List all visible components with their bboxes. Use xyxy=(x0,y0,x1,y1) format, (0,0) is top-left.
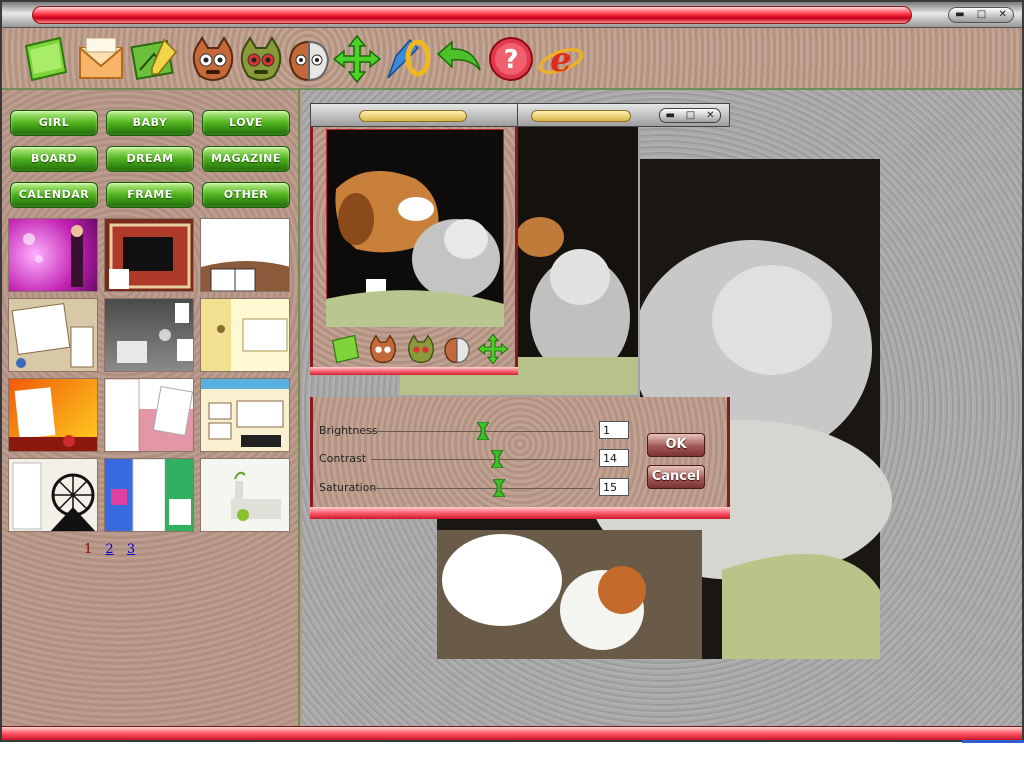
saturation-label: Saturation xyxy=(319,481,377,494)
template-thumbnail[interactable] xyxy=(8,378,98,452)
folder-icon[interactable] xyxy=(20,34,70,84)
preview-image xyxy=(326,129,504,327)
folder-icon[interactable] xyxy=(329,333,361,365)
monster-face-green-icon[interactable] xyxy=(236,34,286,84)
category-magazine-button[interactable]: MAGAZINE xyxy=(202,146,290,172)
template-thumbnail[interactable] xyxy=(104,378,194,452)
template-thumbnail[interactable] xyxy=(200,378,290,452)
brightness-label: Brightness xyxy=(319,424,378,437)
saturation-row: Saturation xyxy=(319,478,629,498)
dialog-minimize-button[interactable]: ▬ xyxy=(665,110,674,122)
monster-face-half-icon[interactable] xyxy=(441,333,473,365)
window-controls: ▬ □ ✕ xyxy=(948,7,1014,23)
help-icon[interactable]: ? xyxy=(486,34,536,84)
template-thumbnail[interactable] xyxy=(104,458,194,532)
minimize-button[interactable]: ▬ xyxy=(955,9,964,21)
template-thumbnail[interactable] xyxy=(200,298,290,372)
monster-face-icon[interactable] xyxy=(367,333,399,365)
category-frame-button[interactable]: FRAME xyxy=(106,182,194,208)
category-other-button[interactable]: OTHER xyxy=(202,182,290,208)
brightness-row: Brightness xyxy=(319,421,629,441)
undo-arrow-icon[interactable] xyxy=(434,34,484,84)
move-arrows-icon[interactable] xyxy=(477,333,509,365)
adjustment-panel: Brightness Contrast Saturation OK Cancel xyxy=(310,397,730,515)
pencil-shape-icon[interactable] xyxy=(382,34,432,84)
ie-browser-icon[interactable]: e xyxy=(536,34,586,84)
title-bar[interactable]: ▬ □ ✕ xyxy=(2,2,1022,28)
contrast-slider-thumb[interactable] xyxy=(491,450,503,468)
dialog-maximize-button[interactable]: □ xyxy=(686,110,695,122)
title-tube-decoration xyxy=(359,110,467,122)
help-glyph: ? xyxy=(503,45,518,75)
envelope-icon[interactable] xyxy=(76,34,126,84)
category-baby-button[interactable]: BABY xyxy=(106,110,194,136)
template-thumbnail[interactable] xyxy=(8,218,98,292)
taskbar-edge xyxy=(962,740,1024,743)
dialog-bottom-stripe xyxy=(310,507,730,519)
category-dream-button[interactable]: DREAM xyxy=(106,146,194,172)
page-link[interactable]: 2 xyxy=(105,542,113,557)
cancel-button[interactable]: Cancel xyxy=(647,465,705,489)
bottom-status-bar xyxy=(2,726,1022,740)
category-love-button[interactable]: LOVE xyxy=(202,110,290,136)
dialog-close-button[interactable]: ✕ xyxy=(706,110,714,122)
template-thumbnail[interactable] xyxy=(200,458,290,532)
category-board-button[interactable]: BOARD xyxy=(10,146,98,172)
main-toolbar: ? e xyxy=(2,28,1022,90)
saturation-value-input[interactable] xyxy=(599,478,629,496)
app-window: ▬ □ ✕ ? e GIRL BABY LOVE BOARD DREAM MAG… xyxy=(0,0,1024,742)
monster-face-half-icon[interactable] xyxy=(284,34,334,84)
adjust-dialog: ▬ □ ✕ Brightness 1 Contrast 14 Saturatio… xyxy=(310,103,730,521)
template-panel: GIRL BABY LOVE BOARD DREAM MAGAZINE CALE… xyxy=(2,90,300,726)
brightness-value-input[interactable] xyxy=(599,421,629,439)
dialog-window-controls: ▬ □ ✕ xyxy=(659,108,721,123)
title-tube-decoration xyxy=(32,6,912,24)
pagination: 1 2 3 xyxy=(84,542,144,557)
page-link[interactable]: 3 xyxy=(127,542,135,557)
monster-face-icon[interactable] xyxy=(188,34,238,84)
template-thumbnail[interactable] xyxy=(104,218,194,292)
category-calendar-button[interactable]: CALENDAR xyxy=(10,182,98,208)
contrast-value-input[interactable] xyxy=(599,449,629,467)
close-button[interactable]: ✕ xyxy=(998,9,1006,21)
template-thumbnail[interactable] xyxy=(104,298,194,372)
saturation-slider-thumb[interactable] xyxy=(493,479,505,497)
contrast-label: Contrast xyxy=(319,452,367,465)
dialog-preview-panel xyxy=(310,127,518,375)
ie-glyph: e xyxy=(550,40,572,80)
saturation-track[interactable] xyxy=(371,488,593,489)
category-girl-button[interactable]: GIRL xyxy=(10,110,98,136)
photo-pencil-icon[interactable] xyxy=(130,34,180,84)
brightness-slider-thumb[interactable] xyxy=(477,422,489,440)
contrast-track[interactable] xyxy=(371,459,593,460)
ok-button[interactable]: OK xyxy=(647,433,705,457)
dialog-back-title-bar[interactable]: ▬ □ ✕ xyxy=(510,103,730,127)
contrast-row: Contrast xyxy=(319,449,629,469)
template-thumbnail[interactable] xyxy=(8,298,98,372)
dialog-front-title-bar[interactable] xyxy=(310,103,518,127)
monster-face-green-icon[interactable] xyxy=(405,333,437,365)
maximize-button[interactable]: □ xyxy=(977,9,986,21)
template-thumbnail[interactable] xyxy=(200,218,290,292)
title-tube-decoration xyxy=(531,110,631,122)
template-thumbnail[interactable] xyxy=(8,458,98,532)
move-arrows-icon[interactable] xyxy=(332,34,382,84)
dialog-stripe xyxy=(310,367,518,375)
page-link-current[interactable]: 1 xyxy=(84,542,92,557)
